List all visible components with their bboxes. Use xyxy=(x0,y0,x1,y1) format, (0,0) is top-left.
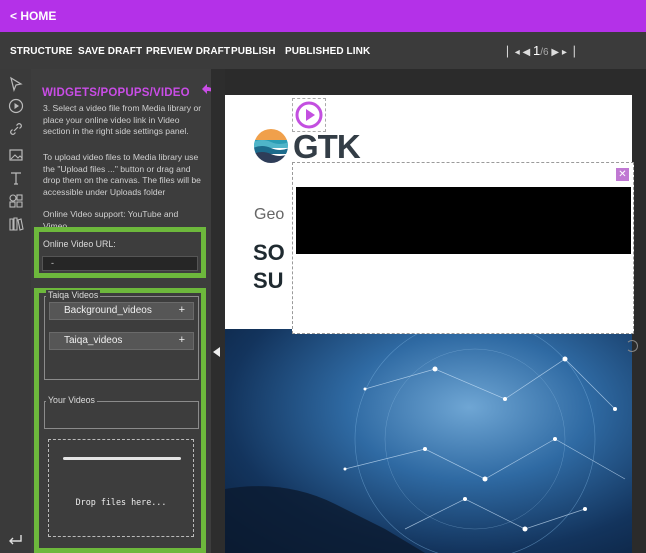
home-link[interactable]: < HOME xyxy=(10,9,56,23)
panel-collapse-strip xyxy=(211,69,225,553)
publish-button[interactable]: PUBLISH xyxy=(231,46,276,57)
shapes-icon[interactable] xyxy=(6,191,26,211)
collapse-panel-arrow-icon[interactable] xyxy=(213,347,220,357)
folder-label: Background_videos xyxy=(64,305,152,316)
your-videos-legend: Your Videos xyxy=(46,395,97,405)
video-player[interactable] xyxy=(296,187,631,254)
structure-menu[interactable]: STRUCTURE xyxy=(10,46,73,57)
top-bar: < HOME xyxy=(0,0,646,32)
link-icon[interactable] xyxy=(6,119,26,139)
undo-icon[interactable] xyxy=(6,533,24,552)
menu-bar: STRUCTURE SAVE DRAFT PREVIEW DRAFT PUBLI… xyxy=(0,32,646,69)
close-popup-icon[interactable]: ✕ xyxy=(616,168,629,181)
next-page-icon[interactable]: ▶ xyxy=(551,47,559,58)
slide-heading-line1: SO xyxy=(253,240,285,265)
published-link-button[interactable]: PUBLISHED LINK xyxy=(285,46,370,57)
page-navigator: ▏◂ ◀ 1/6 ▶ ▸▕ xyxy=(507,43,575,58)
total-pages: 6 xyxy=(543,47,549,58)
expand-plus-icon[interactable]: + xyxy=(179,304,185,316)
file-dropzone[interactable]: Drop files here... xyxy=(48,439,194,537)
library-icon[interactable] xyxy=(6,214,26,234)
last-page-icon[interactable]: ▸▕ xyxy=(562,47,575,58)
panel-title: WIDGETS/POPUPS/VIDEO xyxy=(42,87,190,99)
slide-heading-line2: SU xyxy=(253,268,284,293)
online-video-url-label: Online Video URL: xyxy=(43,239,116,249)
folder-taiqa-videos[interactable]: Taiqa_videos + xyxy=(49,332,194,350)
play-circle-icon xyxy=(295,101,323,129)
pointer-icon[interactable] xyxy=(6,74,26,94)
taiqa-videos-legend: Taiqa Videos xyxy=(46,290,101,300)
online-video-url-input[interactable]: - xyxy=(42,256,198,271)
tool-strip xyxy=(0,69,31,553)
hero-image-network[interactable] xyxy=(225,329,632,553)
help-text-upload: To upload video files to Media library u… xyxy=(43,152,201,197)
save-draft-button[interactable]: SAVE DRAFT xyxy=(78,46,142,57)
prev-page-icon[interactable]: ◀ xyxy=(523,47,531,58)
preview-draft-button[interactable]: PREVIEW DRAFT xyxy=(146,46,230,57)
help-text-step3: 3. Select a video file from Media librar… xyxy=(43,103,202,137)
play-button-widget[interactable] xyxy=(292,98,326,132)
folder-background-videos[interactable]: Background_videos + xyxy=(49,302,194,320)
rotate-handle-icon[interactable] xyxy=(626,340,638,352)
gtk-logo-text: GTK xyxy=(293,128,361,165)
image-icon[interactable] xyxy=(6,145,26,165)
first-page-icon[interactable]: ▏◂ xyxy=(507,47,520,58)
drop-files-text: Drop files here... xyxy=(75,497,167,507)
slide-subtitle: Geo xyxy=(254,206,285,223)
your-videos-group xyxy=(44,401,199,429)
gtk-logo-mark-icon xyxy=(253,128,289,169)
expand-plus-icon[interactable]: + xyxy=(179,334,185,346)
upload-progress-bar xyxy=(63,457,181,460)
folder-label: Taiqa_videos xyxy=(64,335,123,346)
text-icon[interactable] xyxy=(6,168,26,188)
play-circle-icon[interactable] xyxy=(6,96,26,116)
